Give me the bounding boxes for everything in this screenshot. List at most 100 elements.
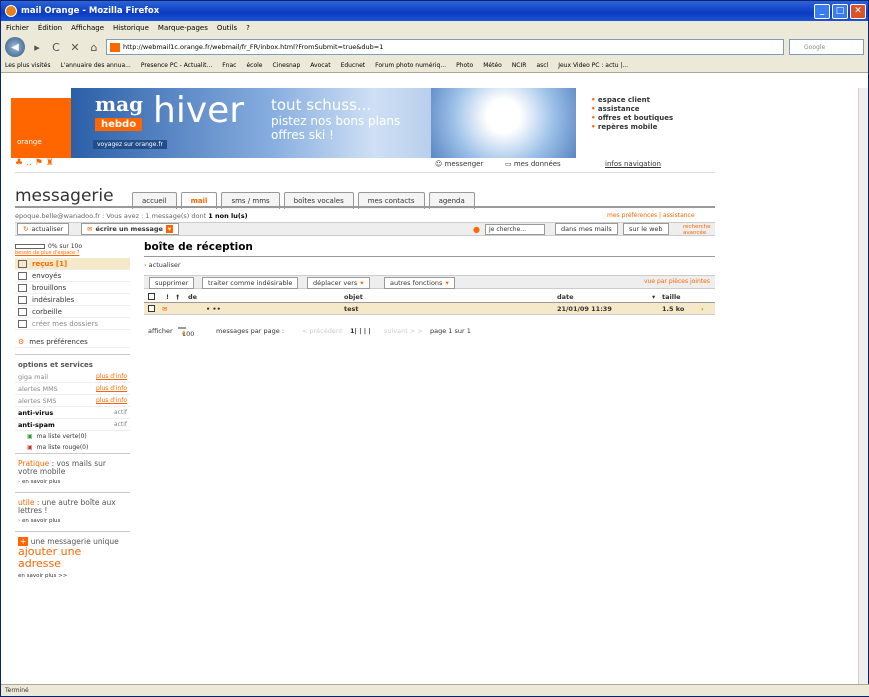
col-taille[interactable]: taille — [662, 293, 681, 301]
row-action-icon[interactable]: › — [701, 305, 704, 313]
folder-corbeille[interactable]: corbeille — [15, 306, 130, 318]
ad-banner[interactable]: mag hebdo hiver tout schuss... pistez no… — [71, 88, 576, 158]
option-anti-virus[interactable]: anti-virus actif — [15, 407, 130, 419]
row-checkbox[interactable] — [148, 305, 155, 312]
stop-icon[interactable]: ✕ — [68, 41, 82, 54]
people-icons[interactable]: ♣ ‥ ⚑ ♜ — [15, 158, 54, 168]
refresh-icon: ↻ — [23, 225, 29, 233]
row-objet[interactable]: test — [344, 305, 359, 313]
favicon-icon — [110, 42, 120, 52]
search-input[interactable]: Je cherche... — [485, 224, 545, 235]
bookmark-item[interactable]: Fnac — [222, 62, 236, 69]
col-date[interactable]: date — [557, 293, 574, 301]
option-anti-spam[interactable]: anti-spam actif — [15, 419, 130, 431]
row-date: 21/01/09 11:39 — [557, 305, 612, 313]
supprimer-button[interactable]: supprimer — [149, 277, 195, 289]
vertical-scrollbar[interactable] — [858, 88, 868, 686]
bookmark-item[interactable]: Cinesnap — [273, 62, 301, 69]
menu-historique[interactable]: Historique — [113, 24, 149, 32]
per-page-select[interactable]: 100 ▾ — [178, 327, 194, 338]
folder-creer[interactable]: créer mes dossiers — [15, 318, 130, 330]
vue-pj-link[interactable]: vue par pièces jointes — [644, 278, 710, 285]
bookmark-item[interactable]: L'annuaire des annua... — [60, 62, 130, 69]
menu-affichage[interactable]: Affichage — [71, 24, 104, 32]
close-icon[interactable]: ✕ — [850, 3, 866, 19]
actualiser-link[interactable]: › actualiser — [144, 261, 715, 269]
home-icon[interactable]: ⌂ — [87, 41, 101, 54]
row-de: • •• — [206, 305, 221, 313]
chevron-down-icon: ▾ — [445, 279, 449, 287]
mes-donnees-link[interactable]: ▭ mes données — [505, 160, 561, 168]
sidebar: 0% sur 10o besoin de plus d'espace ? reç… — [15, 241, 130, 586]
bookmark-item[interactable]: école — [246, 62, 262, 69]
actualiser-button[interactable]: ↻ actualiser — [17, 223, 70, 235]
plus-info-link[interactable]: plus d'info — [96, 397, 127, 404]
bookmark-item[interactable]: Photo — [456, 62, 473, 69]
deplacer-button[interactable]: déplacer vers ▾ — [307, 277, 370, 289]
bookmark-item[interactable]: NCIR — [512, 62, 527, 69]
folder-recus[interactable]: reçus [1] — [15, 258, 130, 270]
messenger-link[interactable]: ☺ messenger — [435, 160, 483, 168]
liste-rouge-link[interactable]: ▣ ma liste rouge(0) — [15, 442, 130, 453]
link-offres[interactable]: • offres et boutiques — [591, 114, 673, 123]
bookmark-item[interactable]: Jeux Video PC : actu |... — [558, 62, 628, 69]
folder-indesirables[interactable]: indésirables — [15, 294, 130, 306]
menu-outils[interactable]: Outils — [217, 24, 237, 32]
table-row[interactable]: ✉ • •• test 21/01/09 11:39 1.5 ko › — [144, 303, 715, 315]
menu-aide[interactable]: ? — [246, 24, 250, 32]
suivant-link[interactable]: suivant > > — [384, 327, 423, 335]
promo-adresse[interactable]: + une messagerie unique ajouter une adres… — [15, 531, 130, 586]
url-text: http://webmail1c.orange.fr/webmail/fr_FR… — [123, 43, 384, 51]
indesirable-button[interactable]: traiter comme indésirable — [202, 277, 299, 289]
prefs-links[interactable]: mes préférences | assistance — [607, 212, 695, 219]
link-reperes[interactable]: • repères mobile — [591, 123, 673, 132]
col-de[interactable]: de — [188, 293, 197, 301]
col-objet[interactable]: objet — [344, 293, 363, 301]
infos-navigation-link[interactable]: infos navigation — [605, 160, 661, 168]
ecrire-message-button[interactable]: ✉ écrire un message ▾ — [81, 223, 180, 235]
dans-mes-mails-button[interactable]: dans mes mails — [555, 223, 618, 235]
recherche-avancee-link[interactable]: recherche avancée — [683, 224, 715, 236]
quota-link[interactable]: besoin de plus d'espace ? — [15, 250, 130, 256]
bookmark-item[interactable]: Forum photo numériq... — [375, 62, 446, 69]
sur-le-web-button[interactable]: sur le web — [623, 223, 669, 235]
folder-envoyes[interactable]: envoyés — [15, 270, 130, 282]
inbox-panel: boîte de réception › actualiser supprime… — [144, 241, 715, 338]
quota: 0% sur 10o besoin de plus d'espace ? — [15, 241, 130, 258]
folder-icon — [18, 319, 27, 328]
search-engine-box[interactable]: Google — [789, 39, 864, 55]
maximize-icon[interactable]: □ — [832, 3, 848, 19]
page-numbers[interactable]: 1| | | | — [350, 327, 371, 335]
link-assistance[interactable]: • assistance — [591, 105, 673, 114]
orange-logo[interactable]: orange — [11, 98, 71, 158]
bookmark-item[interactable]: Educnet — [341, 62, 366, 69]
autres-fonctions-button[interactable]: autres fonctions ▾ — [384, 277, 455, 289]
select-all-checkbox[interactable] — [148, 293, 155, 300]
reload-icon[interactable]: C — [49, 41, 63, 54]
bookmark-item[interactable]: Avocat — [310, 62, 330, 69]
link-espace-client[interactable]: • espace client — [591, 96, 673, 105]
precedent-link[interactable]: < précédent — [302, 327, 343, 335]
window-controls: _ □ ✕ — [814, 3, 868, 19]
options-title: options et services — [15, 354, 130, 371]
menu-marque-pages[interactable]: Marque-pages — [158, 24, 208, 32]
back-icon[interactable]: ◀ — [5, 37, 25, 57]
plus-info-link[interactable]: plus d'info — [96, 373, 127, 380]
url-bar[interactable]: http://webmail1c.orange.fr/webmail/fr_FR… — [106, 39, 784, 55]
bookmark-item[interactable]: Les plus visités — [5, 62, 50, 69]
promo-boite[interactable]: utile : une autre boîte aux lettres ! › e… — [15, 492, 130, 531]
bookmark-item[interactable]: Presence PC - Actualit... — [141, 62, 212, 69]
minimize-icon[interactable]: _ — [814, 3, 830, 19]
forward-icon[interactable]: ▸ — [30, 41, 44, 54]
bookmark-item[interactable]: ascl — [536, 62, 548, 69]
inbox-title: boîte de réception — [144, 241, 715, 257]
folder-brouillons[interactable]: brouillons — [15, 282, 130, 294]
menu-edition[interactable]: Édition — [38, 24, 62, 32]
sort-icon: ▾ — [652, 293, 656, 301]
mes-preferences-link[interactable]: ⚙ mes préférences — [15, 336, 130, 348]
menu-fichier[interactable]: Fichier — [6, 24, 29, 32]
plus-info-link[interactable]: plus d'info — [96, 385, 127, 392]
promo-mobile[interactable]: Pratique : vos mails sur votre mobile › e… — [15, 453, 130, 492]
bookmark-item[interactable]: Météo — [483, 62, 502, 69]
liste-verte-link[interactable]: ▣ ma liste verte(0) — [15, 431, 130, 442]
